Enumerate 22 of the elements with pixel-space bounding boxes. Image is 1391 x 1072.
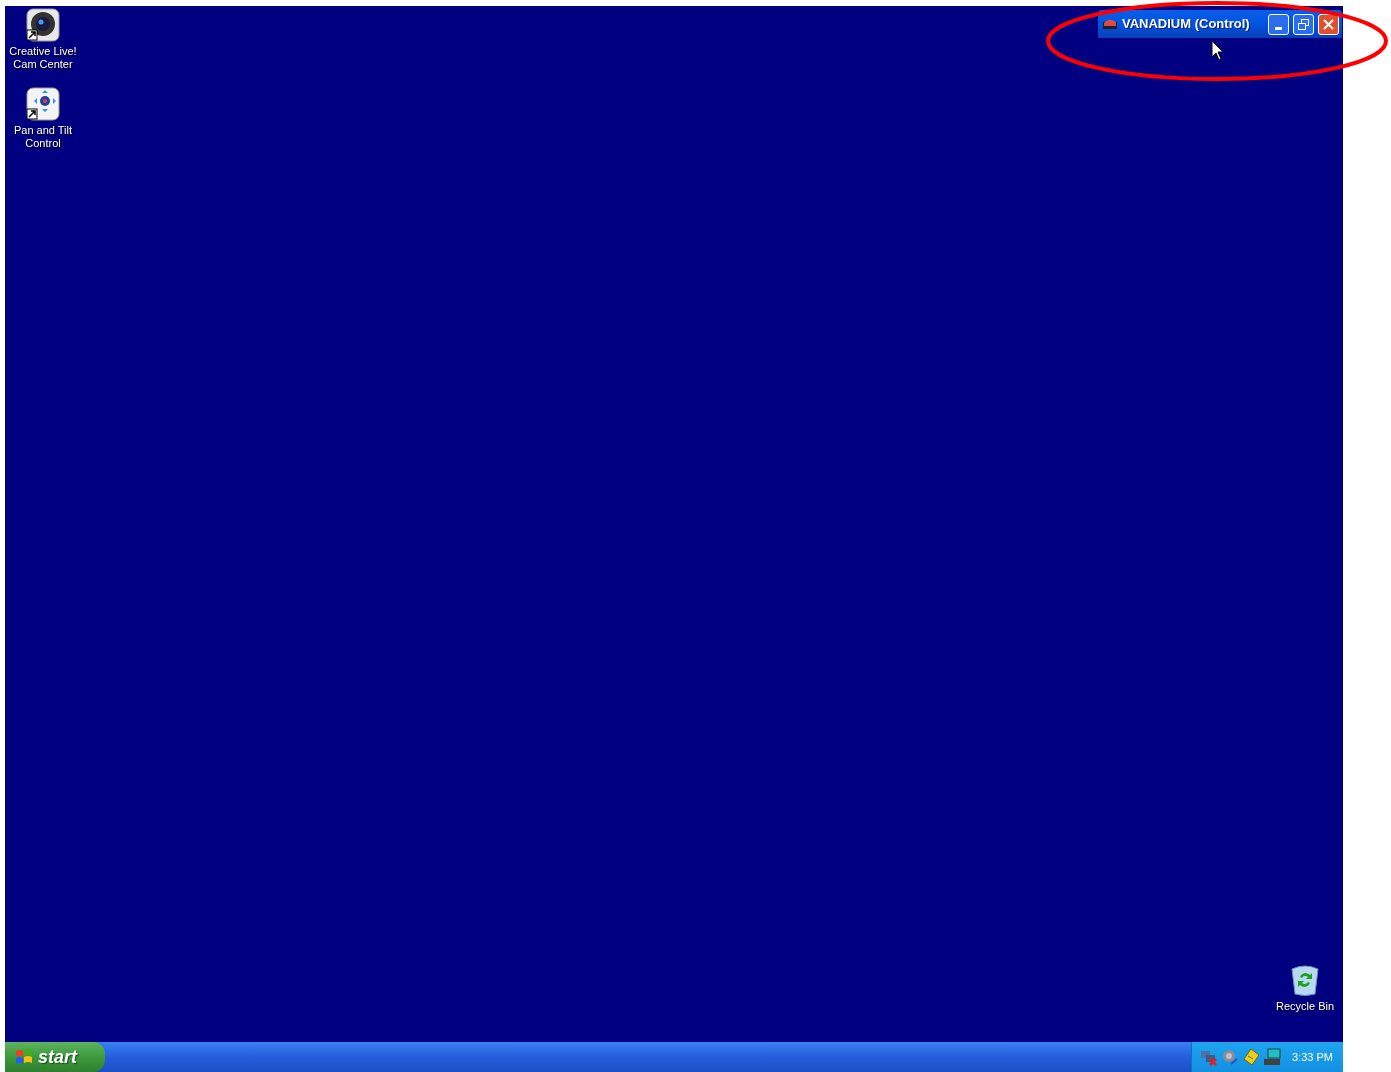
pan-tilt-icon — [26, 87, 60, 121]
window-title: VANADIUM (Control) — [1122, 15, 1251, 34]
app-icon — [1102, 18, 1118, 30]
restore-button[interactable] — [1293, 13, 1314, 35]
speaker-icon[interactable] — [1221, 1048, 1239, 1066]
minimized-window[interactable]: VANADIUM (Control) — [1098, 10, 1342, 38]
start-button[interactable]: start — [5, 1042, 105, 1072]
icon-label[interactable]: Recycle Bin — [1275, 1000, 1335, 1013]
webcam-icon — [26, 8, 60, 42]
computer-icon[interactable] — [1263, 1048, 1281, 1066]
recycle-bin-icon — [1289, 963, 1321, 997]
icon-label[interactable]: Creative Live! Cam Center — [5, 45, 81, 71]
minimize-icon — [1275, 26, 1282, 30]
close-button[interactable] — [1318, 13, 1339, 35]
minimize-button[interactable] — [1268, 13, 1289, 35]
icon-label[interactable]: Pan and Tilt Control — [5, 124, 81, 150]
restore-icon — [1298, 18, 1309, 30]
mouse-pointer-icon — [1211, 40, 1224, 61]
windows-logo-icon — [15, 1048, 33, 1066]
network-icon[interactable] — [1200, 1048, 1218, 1066]
shield-icon[interactable] — [1242, 1048, 1260, 1066]
close-icon — [1323, 18, 1334, 30]
